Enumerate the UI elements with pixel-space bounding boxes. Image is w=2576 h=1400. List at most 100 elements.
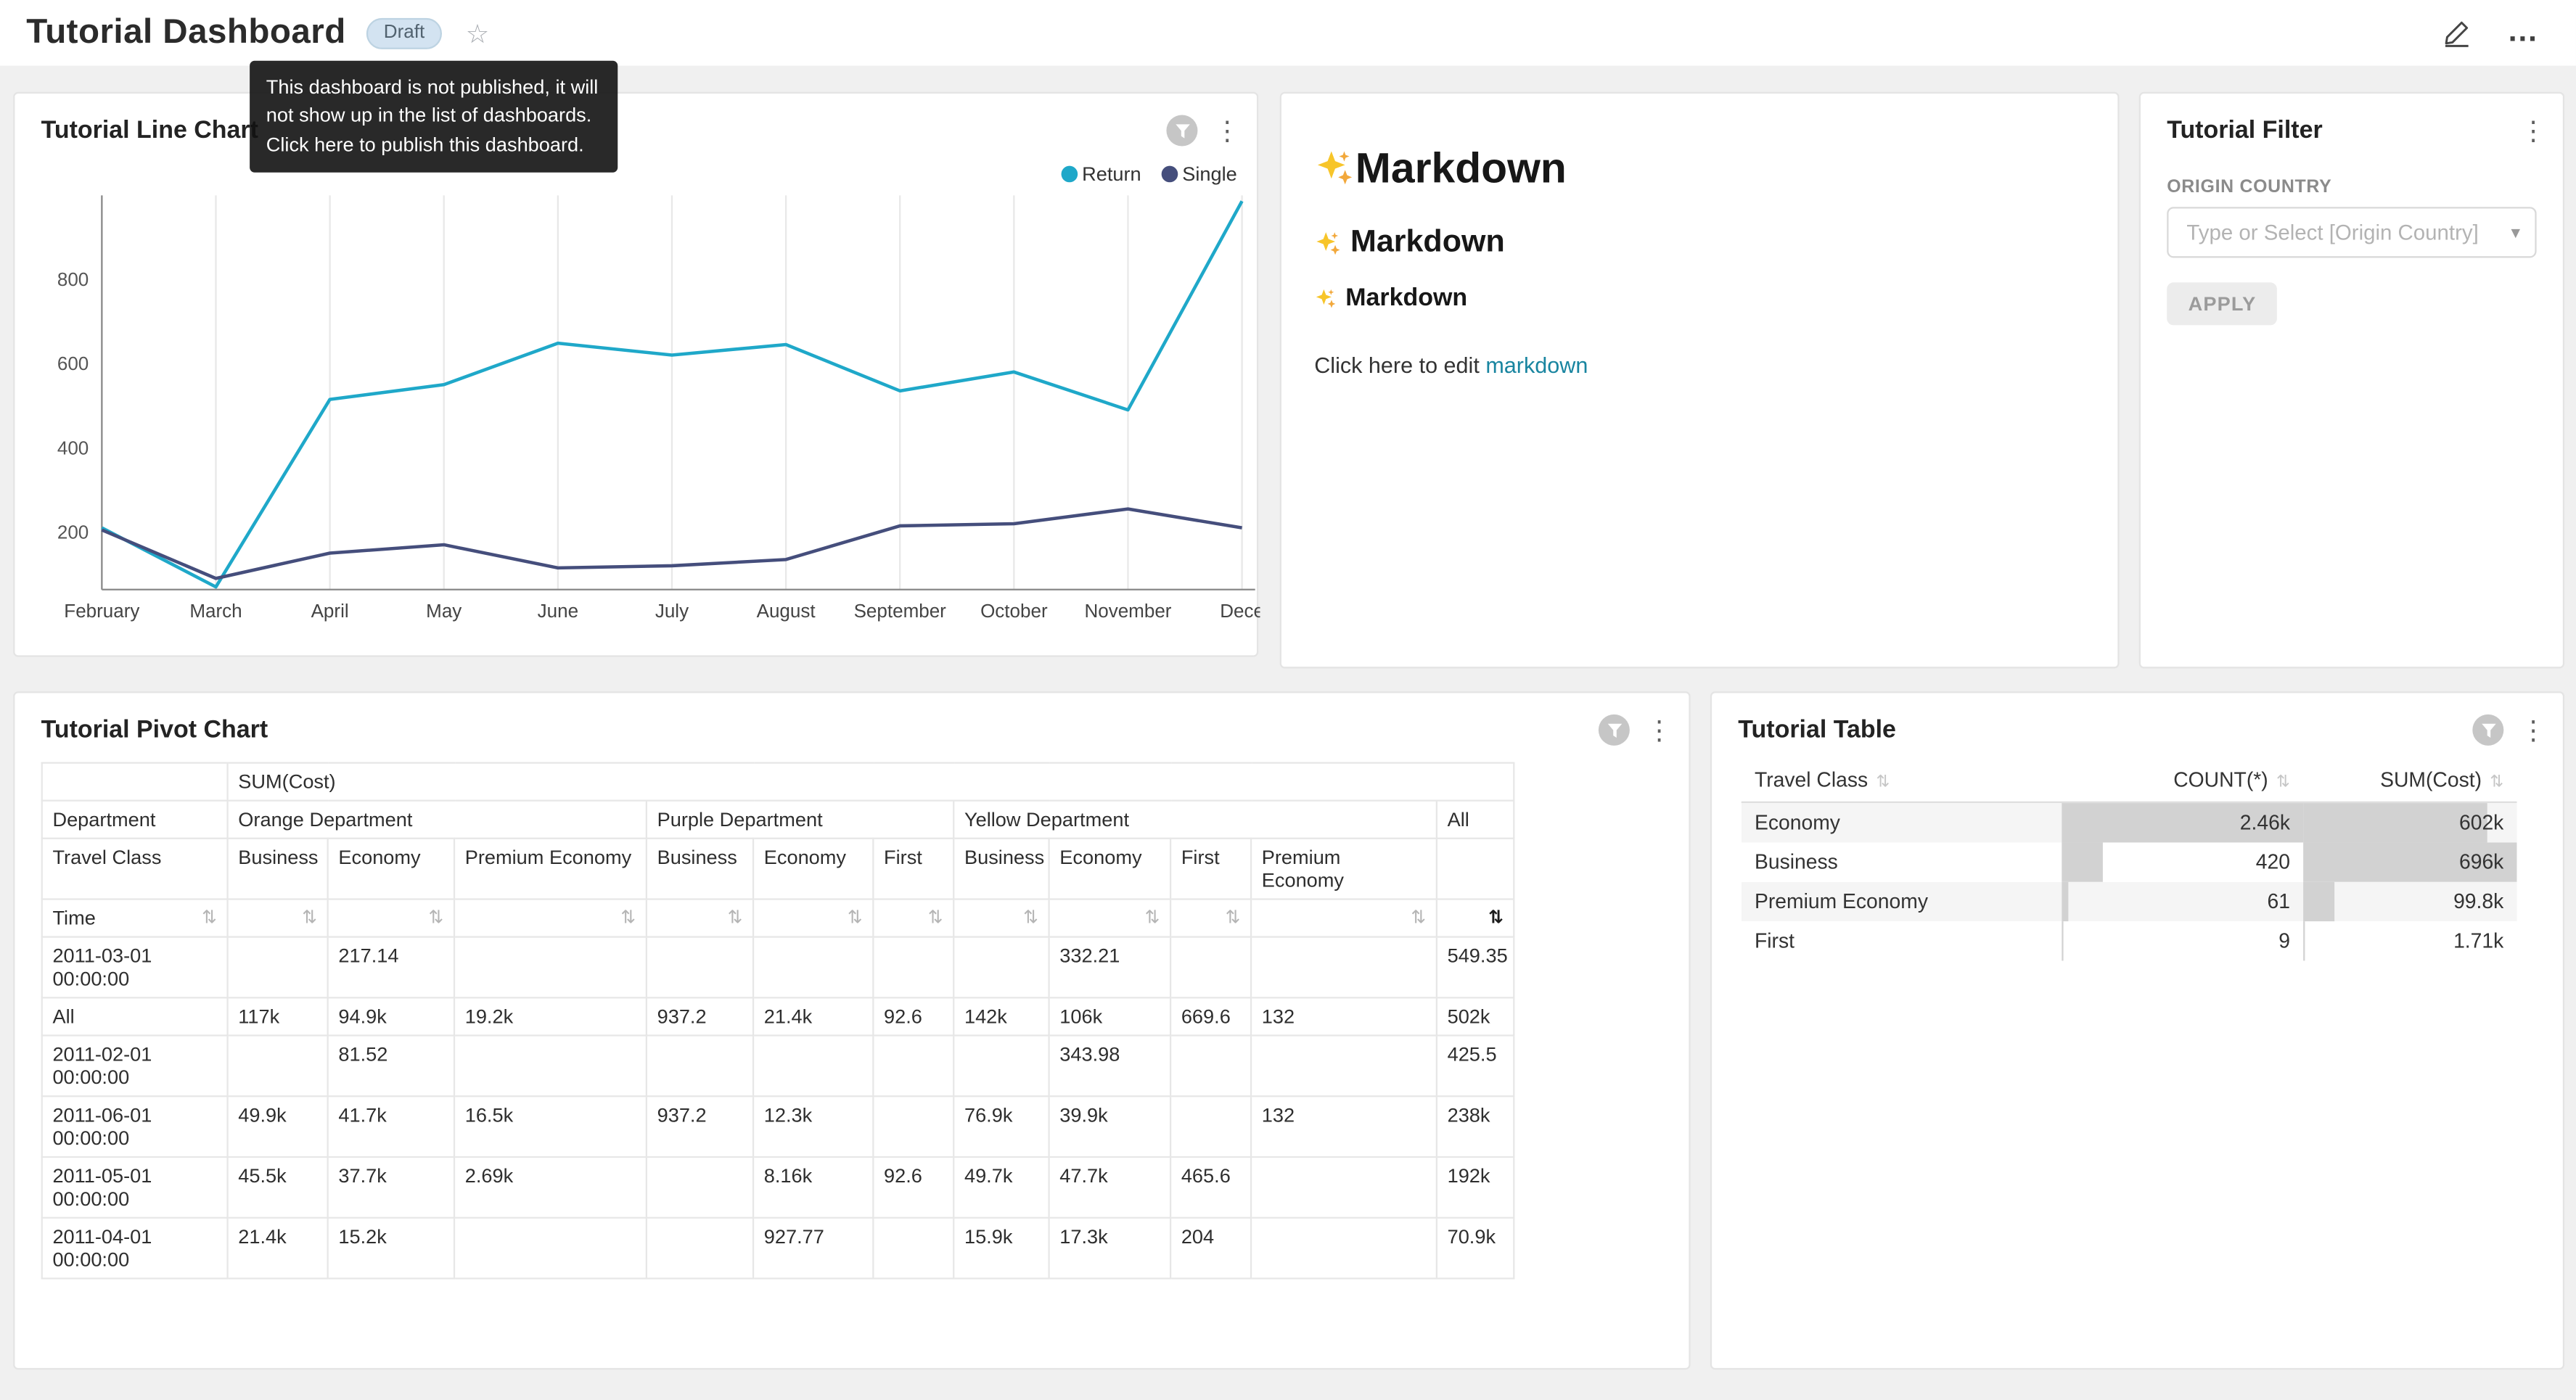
pivot-cell: [228, 1035, 328, 1096]
pivot-row-label: All: [42, 997, 228, 1035]
pivot-row: 2011-06-01 00:00:0049.9k41.7k16.5k937.21…: [42, 1096, 1514, 1157]
pivot-sort-cell: ⇅: [1049, 899, 1171, 937]
sort-icon[interactable]: ⇅: [727, 907, 742, 928]
x-axis-label: July: [655, 600, 689, 622]
pivot-cell: [1251, 1035, 1437, 1096]
kebab-menu-icon[interactable]: ⋮: [2520, 715, 2540, 746]
table-col-header[interactable]: COUNT(*)⇅: [2062, 759, 2303, 802]
x-axis-label: April: [311, 600, 349, 622]
kebab-menu-icon[interactable]: ⋮: [1214, 115, 1234, 146]
markdown-panel[interactable]: Markdown Markdown Markdown Click here to: [1280, 92, 2120, 669]
markdown-h2-text: Markdown: [1350, 225, 1505, 261]
col-label: SUM(Cost): [2380, 769, 2482, 792]
header-actions: …: [2443, 19, 2540, 46]
pivot-col-header: Business: [228, 839, 328, 899]
origin-country-select[interactable]: Type or Select [Origin Country] ▾: [2167, 207, 2536, 258]
table-col-header[interactable]: Travel Class⇅: [1742, 759, 2062, 802]
kebab-menu-icon[interactable]: ⋮: [2520, 115, 2540, 146]
pivot-row-label: 2011-02-01 00:00:00: [42, 1035, 228, 1096]
table-row[interactable]: Economy2.46k602k: [1742, 802, 2517, 841]
panel-header: Tutorial Filter ⋮: [2141, 94, 2563, 146]
chevron-down-icon: ▾: [2511, 222, 2520, 243]
pivot-row-dim-label: Time⇅: [42, 899, 228, 937]
y-tick-label: 600: [57, 353, 89, 374]
pivot-cell: [454, 1035, 647, 1096]
sort-icon[interactable]: ⇅: [1145, 907, 1160, 928]
sort-icon[interactable]: ⇅: [1876, 773, 1890, 791]
draft-badge[interactable]: Draft: [366, 17, 443, 49]
sum-value: 99.8k: [2453, 889, 2503, 913]
pivot-cell: [873, 1096, 953, 1157]
pivot-cell: [873, 1218, 953, 1279]
pivot-row-label: 2011-04-01 00:00:00: [42, 1218, 228, 1279]
sort-icon[interactable]: ⇅: [202, 907, 217, 928]
pivot-cell: 94.9k: [328, 997, 454, 1035]
pivot-cell: [953, 1035, 1049, 1096]
y-tick-label: 200: [57, 522, 89, 543]
sort-icon[interactable]: ⇅: [848, 907, 863, 928]
pivot-cell: [1170, 1035, 1251, 1096]
edit-markdown-link[interactable]: markdown: [1485, 353, 1588, 378]
pivot-cell: [1251, 1157, 1437, 1218]
pivot-cell: 132: [1251, 997, 1437, 1035]
table-row[interactable]: First91.71k: [1742, 921, 2517, 960]
sparkles-icon: [1314, 148, 1355, 189]
kebab-menu-icon[interactable]: ⋮: [1646, 715, 1666, 746]
pivot-col-header: Business: [953, 839, 1049, 899]
sort-icon[interactable]: ⇅: [620, 907, 636, 928]
select-placeholder: Type or Select [Origin Country]: [2186, 220, 2478, 244]
pivot-cell: 8.16k: [753, 1157, 873, 1218]
pivot-dim-col2-label: Travel Class: [42, 839, 228, 899]
sort-icon[interactable]: ⇅: [1411, 907, 1426, 928]
sort-icon[interactable]: ⇅: [428, 907, 443, 928]
table-col-header[interactable]: SUM(Cost) ⇅: [2303, 759, 2516, 802]
filter-indicator-icon[interactable]: [2472, 715, 2503, 746]
pivot-cell: 132: [1251, 1096, 1437, 1157]
more-options-icon[interactable]: …: [2507, 25, 2540, 41]
apply-button[interactable]: APPLY: [2167, 282, 2278, 325]
pivot-cell: 17.3k: [1049, 1218, 1171, 1279]
table-row[interactable]: Business420696k: [1742, 841, 2517, 881]
cell-travel-class: Economy: [1742, 802, 2062, 841]
line-chart-panel: Tutorial Line Chart ⋮ ReturnSingle 20040…: [13, 92, 1258, 657]
x-axis-label: November: [1084, 600, 1171, 622]
sum-value: 602k: [2459, 811, 2503, 834]
pivot-cell: 81.52: [328, 1035, 454, 1096]
pivot-sort-cell: ⇅: [1251, 899, 1437, 937]
cell-travel-class: First: [1742, 921, 2062, 960]
sort-icon[interactable]: ⇅: [302, 907, 317, 928]
pivot-group-header: Yellow Department: [953, 801, 1437, 839]
dashboard-header: Tutorial Dashboard Draft ☆ …: [0, 0, 2576, 66]
pivot-sort-cell: ⇅: [1437, 899, 1514, 937]
pivot-cell: 37.7k: [328, 1157, 454, 1218]
sort-icon[interactable]: ⇅: [1225, 907, 1240, 928]
pivot-cell: [228, 937, 328, 998]
cell-travel-class: Premium Economy: [1742, 881, 2062, 921]
pivot-cell: 937.2: [647, 997, 753, 1035]
cell-travel-class: Business: [1742, 841, 2062, 881]
sort-icon[interactable]: ⇅: [2490, 773, 2503, 791]
sort-icon[interactable]: ⇅: [1023, 907, 1038, 928]
pivot-col-header: Economy: [753, 839, 873, 899]
pivot-sort-cell: ⇅: [647, 899, 753, 937]
pivot-col-header: First: [873, 839, 953, 899]
x-axis-label: September: [854, 600, 947, 622]
x-axis-label: August: [757, 600, 816, 622]
sort-icon[interactable]: ⇅: [928, 907, 943, 928]
sort-icon[interactable]: ⇅: [2276, 773, 2290, 791]
edit-dashboard-icon[interactable]: [2443, 19, 2471, 46]
sparkles-icon: [1314, 229, 1342, 257]
pivot-cell: 76.9k: [953, 1096, 1049, 1157]
publish-tooltip[interactable]: This dashboard is not published, it will…: [250, 61, 618, 173]
table-row[interactable]: Premium Economy6199.8k: [1742, 881, 2517, 921]
favorite-star-icon[interactable]: ☆: [466, 17, 489, 49]
cell-sum: 602k: [2303, 802, 2516, 841]
pivot-corner-cell: [42, 763, 228, 801]
pivot-cell: 927.77: [753, 1218, 873, 1279]
sort-icon[interactable]: ⇅: [1488, 907, 1504, 928]
filter-indicator-icon[interactable]: [1599, 715, 1630, 746]
filter-indicator-icon[interactable]: [1166, 115, 1197, 146]
pivot-cell: 332.21: [1049, 937, 1171, 998]
table-title: Tutorial Table: [1738, 716, 2472, 744]
pivot-sort-cell: ⇅: [228, 899, 328, 937]
